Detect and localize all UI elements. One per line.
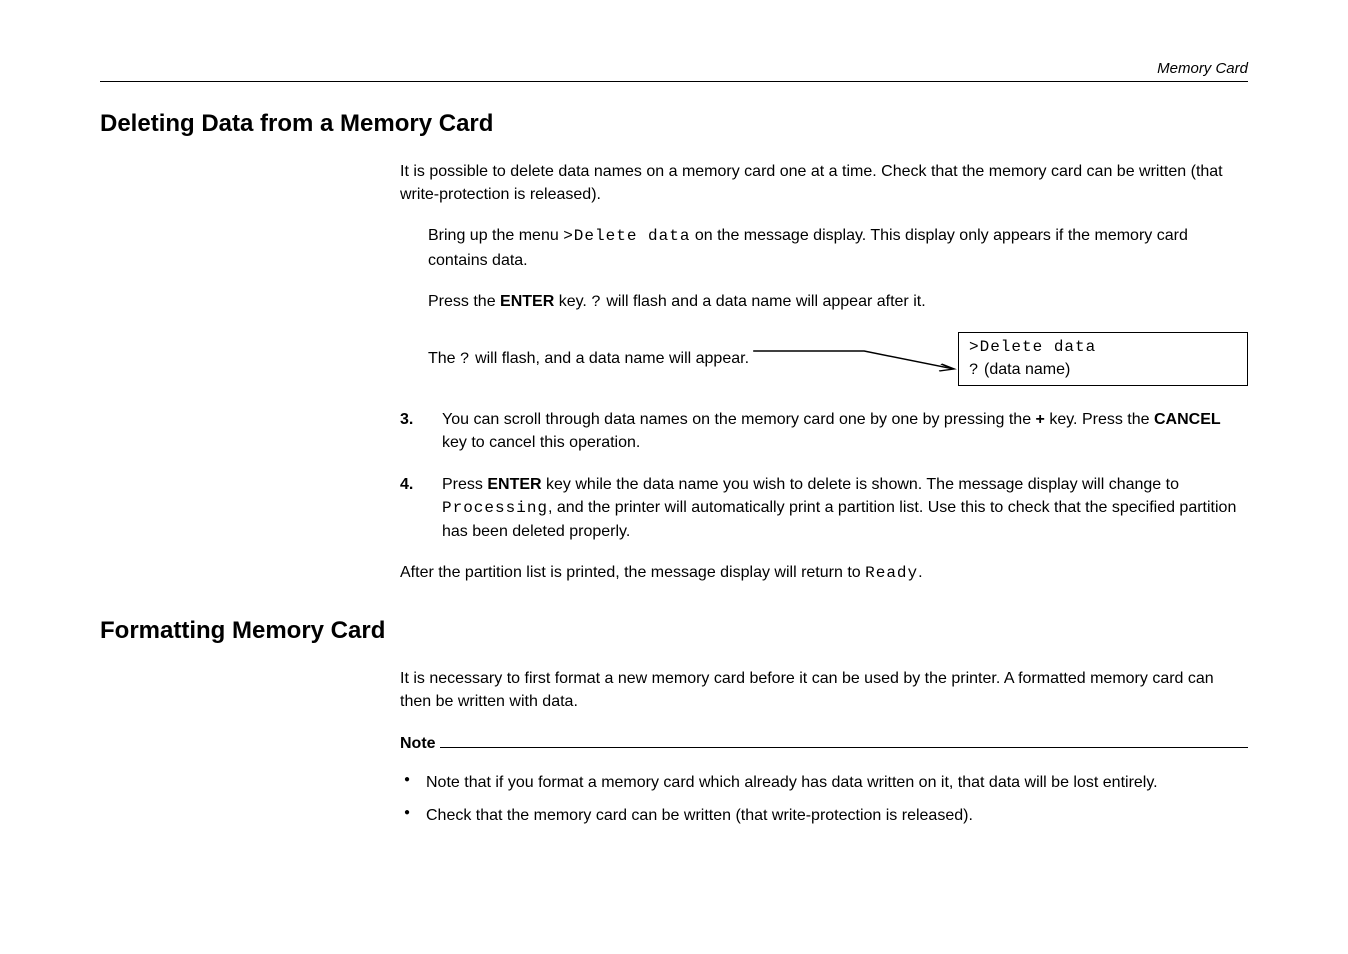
breadcrumb: Memory Card bbox=[100, 60, 1248, 77]
text: Bring up the menu bbox=[428, 227, 563, 244]
text: will flash and a data name will appear a… bbox=[602, 293, 926, 310]
page: Memory Card Deleting Data from a Memory … bbox=[0, 0, 1348, 899]
outro-paragraph: After the partition list is printed, the… bbox=[400, 561, 1248, 585]
text: (data name) bbox=[980, 361, 1071, 378]
callout-connector bbox=[749, 341, 958, 377]
step-number: 4. bbox=[400, 473, 424, 544]
text: Press bbox=[442, 476, 487, 493]
text: Press the bbox=[428, 293, 500, 310]
heading-deleting: Deleting Data from a Memory Card bbox=[100, 110, 1248, 138]
numbered-steps: 3. You can scroll through data names on … bbox=[400, 408, 1248, 543]
heading-formatting: Formatting Memory Card bbox=[100, 617, 1248, 645]
callout-row: The ? will flash, and a data name will a… bbox=[428, 332, 1248, 386]
text: . bbox=[918, 564, 922, 581]
section-formatting: Formatting Memory Card It is necessary t… bbox=[100, 617, 1248, 827]
text: key to cancel this operation. bbox=[442, 434, 640, 451]
lcd-text: >Delete data bbox=[563, 227, 690, 245]
section-deleting: Deleting Data from a Memory Card It is p… bbox=[100, 110, 1248, 585]
key-enter: ENTER bbox=[487, 476, 541, 493]
text: will flash, and a data name will appear. bbox=[471, 350, 749, 367]
step-number: 3. bbox=[400, 408, 424, 454]
note-rule bbox=[440, 733, 1248, 747]
callout-caption: The ? will flash, and a data name will a… bbox=[428, 347, 749, 371]
text: Note that if you format a memory card wh… bbox=[426, 771, 1158, 794]
step-text: Press ENTER key while the data name you … bbox=[442, 473, 1248, 544]
step-2: Press the ENTER key. ? will flash and a … bbox=[428, 290, 1248, 314]
display-line-2: ? (data name) bbox=[969, 359, 1237, 382]
step-text: You can scroll through data names on the… bbox=[442, 408, 1248, 454]
text: key. bbox=[554, 293, 591, 310]
message-display: >Delete data ? (data name) bbox=[958, 332, 1248, 386]
text: key while the data name you wish to dele… bbox=[542, 476, 1179, 493]
note-heading: Note bbox=[400, 732, 1248, 755]
key-plus: + bbox=[1036, 411, 1045, 428]
step-1: Bring up the menu >Delete data on the me… bbox=[428, 224, 1248, 271]
display-line-1: >Delete data bbox=[969, 337, 1237, 359]
text: Check that the memory card can be writte… bbox=[426, 804, 973, 827]
list-item: Check that the memory card can be writte… bbox=[400, 804, 1248, 827]
text: After the partition list is printed, the… bbox=[400, 564, 865, 581]
key-cancel: CANCEL bbox=[1154, 411, 1221, 428]
intro-paragraph: It is possible to delete data names on a… bbox=[400, 160, 1248, 206]
key-enter: ENTER bbox=[500, 293, 554, 310]
body-formatting: It is necessary to first format a new me… bbox=[400, 667, 1248, 827]
intro-paragraph: It is necessary to first format a new me… bbox=[400, 667, 1248, 713]
text: , and the printer will automatically pri… bbox=[442, 499, 1236, 540]
step-3: 3. You can scroll through data names on … bbox=[400, 408, 1248, 454]
list-item: Note that if you format a memory card wh… bbox=[400, 771, 1248, 794]
text: The bbox=[428, 350, 460, 367]
text: You can scroll through data names on the… bbox=[442, 411, 1036, 428]
header-rule bbox=[100, 81, 1248, 82]
step-4: 4. Press ENTER key while the data name y… bbox=[400, 473, 1248, 544]
body-deleting: It is possible to delete data names on a… bbox=[400, 160, 1248, 585]
lcd-text: ? bbox=[460, 350, 471, 368]
note-label: Note bbox=[400, 732, 436, 755]
lcd-text: Processing bbox=[442, 499, 548, 517]
text: key. Press the bbox=[1045, 411, 1154, 428]
lcd-text: ? bbox=[969, 361, 980, 379]
note-bullets: Note that if you format a memory card wh… bbox=[400, 771, 1248, 827]
lcd-text: ? bbox=[591, 293, 602, 311]
lcd-text: Ready bbox=[865, 564, 918, 582]
